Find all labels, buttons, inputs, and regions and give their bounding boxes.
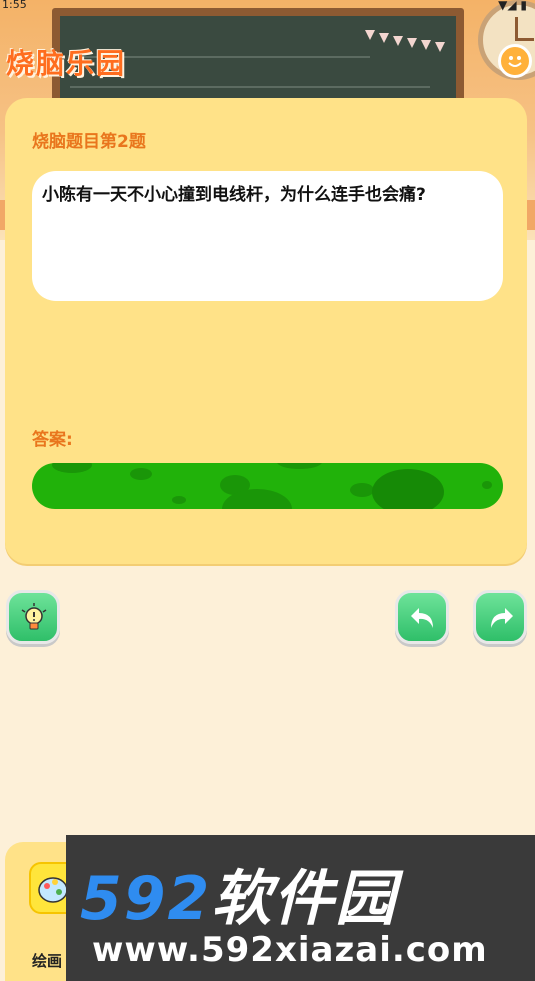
status-time: 1:55 xyxy=(2,0,27,11)
lightbulb-icon xyxy=(21,603,47,630)
hint-button[interactable] xyxy=(6,590,60,644)
redo-arrow-icon xyxy=(491,608,513,628)
bottom-nav-label: 绘画 xyxy=(32,952,63,970)
smiley-face-icon xyxy=(503,49,527,73)
answer-label: 答案: xyxy=(32,430,73,450)
status-icons: ▼◢ ▮ xyxy=(498,0,527,12)
bunting-decoration xyxy=(365,30,485,52)
question-title: 烧脑题目第2题 xyxy=(32,132,146,152)
app-title: 烧脑乐园 xyxy=(6,47,127,80)
question-text: 小陈有一天不小心撞到电线杆，为什么连手也会痛? xyxy=(42,185,426,205)
previous-question-button[interactable] xyxy=(395,590,449,644)
undo-arrow-icon xyxy=(411,608,433,628)
watermark-url: www.592xiazai.com xyxy=(92,930,488,970)
watermark-brand-text: 软件园 xyxy=(211,864,398,934)
avatar-button[interactable] xyxy=(498,44,532,78)
answer-scratch-cover[interactable] xyxy=(32,463,503,509)
status-bar: 1:55 ▼◢ ▮ xyxy=(0,0,535,14)
next-question-button[interactable] xyxy=(473,590,527,644)
watermark-brand-number: 592 xyxy=(80,864,212,934)
watermark-brand: 592软件园 xyxy=(80,850,397,937)
